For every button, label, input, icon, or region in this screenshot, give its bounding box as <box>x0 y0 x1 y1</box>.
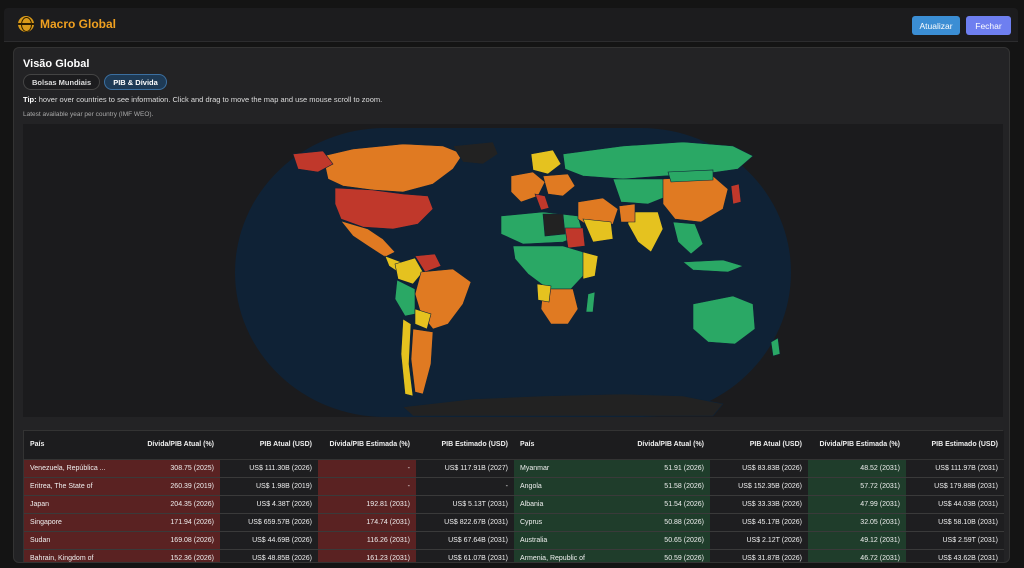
table-row[interactable]: Albania 51.54 (2026) US$ 33.33B (2026) 47.9… <box>514 495 1004 514</box>
table-header-row: País Dívida/PIB Atual (%) PIB Atual (USD… <box>514 431 1004 460</box>
tab-gdp-debt[interactable]: PIB & Dívida <box>104 74 167 90</box>
col-header-debt-current[interactable]: Dívida/PIB Atual (%) <box>122 431 220 460</box>
table-row[interactable]: Japan 204.35 (2026) US$ 4.38T (2026) 192.81… <box>24 495 514 514</box>
view-tabs: Bolsas Mundiais PIB & Dívida <box>23 74 167 90</box>
col-header-gdp-current[interactable]: PIB Atual (USD) <box>220 431 318 460</box>
moderate-debt-rows: Myanmar 51.91 (2026) US$ 83.83B (2026) 48.5… <box>514 459 1004 562</box>
app-title: Macro Global <box>40 17 117 31</box>
table-row[interactable]: Eritrea, The State of 260.39 (2019) US$ 1.… <box>24 477 514 496</box>
country-libya[interactable] <box>542 213 566 237</box>
col-header-gdp-estimated[interactable]: PIB Estimado (USD) <box>906 431 1004 460</box>
table-row[interactable]: Sudan 169.08 (2026) US$ 44.69B (2026) 116.2… <box>24 531 514 550</box>
page-title: Visão Global <box>23 58 90 70</box>
world-map-svg[interactable] <box>23 124 1003 417</box>
brand: Macro Global <box>18 16 116 32</box>
table-row[interactable]: Australia 50.65 (2026) US$ 2.12T (2026) 49.… <box>514 531 1004 550</box>
col-header-debt-current[interactable]: Dívida/PIB Atual (%) <box>612 431 710 460</box>
table-row[interactable]: Myanmar 51.91 (2026) US$ 83.83B (2026) 48.5… <box>514 459 1004 478</box>
table-row[interactable]: Venezuela, República ... 308.75 (2025) US$… <box>24 459 514 478</box>
col-header-debt-estimated[interactable]: Dívida/PIB Estimada (%) <box>318 431 416 460</box>
col-header-gdp-estimated[interactable]: PIB Estimado (USD) <box>416 431 514 460</box>
col-header-country[interactable]: País <box>514 431 612 460</box>
col-header-gdp-current[interactable]: PIB Atual (USD) <box>710 431 808 460</box>
debt-tables: País Dívida/PIB Atual (%) PIB Atual (USD… <box>23 430 1004 562</box>
table-header-row: País Dívida/PIB Atual (%) PIB Atual (USD… <box>24 431 514 460</box>
country-angola[interactable] <box>536 283 552 303</box>
global-view-panel: Visão Global Bolsas Mundiais PIB & Dívid… <box>13 47 1010 563</box>
globe-icon <box>18 16 34 32</box>
table-row[interactable]: Bahrain, Kingdom of 152.36 (2026) US$ 48.8… <box>24 549 514 562</box>
tip-text: Tip: hover over countries to see informa… <box>23 95 382 104</box>
update-button[interactable]: Atualizar <box>912 16 960 35</box>
table-row[interactable]: Angola 51.58 (2026) US$ 152.35B (2026) 57.7… <box>514 477 1004 496</box>
close-button[interactable]: Fechar <box>966 16 1011 35</box>
country-sudan[interactable] <box>564 227 586 249</box>
tip-label: Tip: <box>23 95 37 104</box>
col-header-country[interactable]: País <box>24 431 122 460</box>
high-debt-rows: Venezuela, República ... 308.75 (2025) US$… <box>24 459 514 562</box>
country-mongolia[interactable] <box>667 169 714 183</box>
table-row[interactable]: Armenia, Republic of 50.59 (2026) US$ 31.8… <box>514 549 1004 562</box>
country-pakistan[interactable] <box>618 203 636 223</box>
world-map[interactable] <box>23 124 1003 417</box>
col-header-debt-estimated[interactable]: Dívida/PIB Estimada (%) <box>808 431 906 460</box>
table-row[interactable]: Cyprus 50.88 (2026) US$ 45.17B (2026) 32.05… <box>514 513 1004 532</box>
table-row[interactable]: Singapore 171.94 (2026) US$ 659.57B (2026)… <box>24 513 514 532</box>
moderate-debt-table: País Dívida/PIB Atual (%) PIB Atual (USD… <box>514 431 1004 562</box>
tab-world-markets[interactable]: Bolsas Mundiais <box>23 74 101 90</box>
data-source-note: Latest available year per country (IMF W… <box>23 111 154 118</box>
high-debt-table: País Dívida/PIB Atual (%) PIB Atual (USD… <box>24 431 514 562</box>
app-header: Macro Global Atualizar Fechar <box>4 8 1018 42</box>
country-japan[interactable] <box>730 183 742 205</box>
tip-body: hover over countries to see information.… <box>36 95 383 104</box>
